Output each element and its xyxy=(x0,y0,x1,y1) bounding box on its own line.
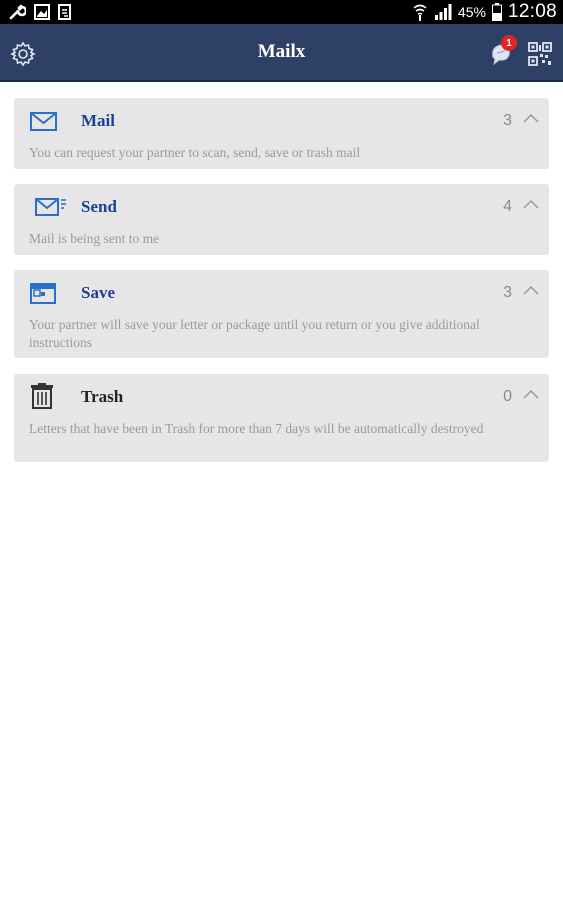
card-count: 3 xyxy=(503,284,512,301)
card-trash[interactable]: Trash 0 Letters that have been in Trash … xyxy=(14,374,549,462)
card-save[interactable]: Save 3 Your partner will save your lette… xyxy=(14,270,549,358)
clock: 12:08 xyxy=(507,1,557,22)
save-box-icon xyxy=(30,283,56,304)
signal-icon xyxy=(434,4,452,20)
notifications-button[interactable]: 1 xyxy=(489,35,517,67)
trash-icon xyxy=(31,383,53,409)
status-bar-notifications xyxy=(8,3,72,21)
gear-icon[interactable] xyxy=(10,41,36,67)
card-mail[interactable]: Mail 3 You can request your partner to s… xyxy=(14,98,549,169)
card-description: Your partner will save your letter or pa… xyxy=(29,317,480,350)
chevron-up-icon[interactable] xyxy=(523,112,539,124)
page-title: Mailx xyxy=(257,41,306,62)
envelope-send-icon xyxy=(35,198,66,216)
chevron-up-icon[interactable] xyxy=(523,284,539,296)
card-description: Mail is being sent to me xyxy=(29,231,160,246)
battery-percent: 45% xyxy=(457,4,486,20)
card-description: You can request your partner to scan, se… xyxy=(29,145,361,160)
qr-code-icon[interactable] xyxy=(527,41,553,67)
notification-badge: 1 xyxy=(501,35,517,51)
wifi-icon xyxy=(413,4,427,21)
battery-icon xyxy=(491,3,502,21)
card-title: Mail xyxy=(81,111,115,130)
card-count: 3 xyxy=(503,112,512,129)
card-count: 4 xyxy=(503,198,512,215)
envelope-icon xyxy=(30,112,57,131)
wrench-icon xyxy=(9,4,26,20)
image-icon xyxy=(34,4,50,20)
status-bar: 45% 12:08 xyxy=(0,0,563,24)
document-icon xyxy=(58,4,71,20)
card-description: Letters that have been in Trash for more… xyxy=(29,421,484,436)
card-title: Send xyxy=(81,197,117,216)
card-title: Save xyxy=(81,283,115,302)
card-title: Trash xyxy=(81,387,124,406)
app-bar: Mailx 1 xyxy=(0,24,563,82)
status-bar-system: 45% 12:08 xyxy=(412,1,557,23)
chevron-up-icon[interactable] xyxy=(523,198,539,210)
card-send[interactable]: Send 4 Mail is being sent to me xyxy=(14,184,549,255)
chevron-up-icon[interactable] xyxy=(523,388,539,400)
card-count: 0 xyxy=(503,388,512,405)
